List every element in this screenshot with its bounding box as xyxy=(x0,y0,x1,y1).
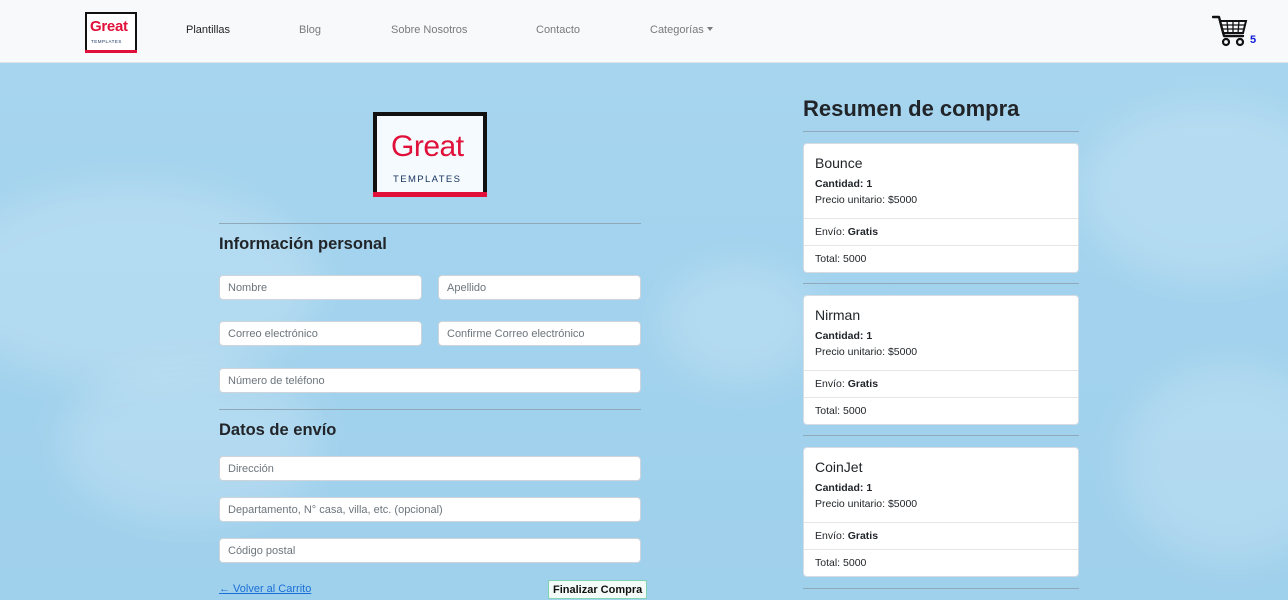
item-total: Total: 5000 xyxy=(815,405,867,417)
shopping-cart-icon[interactable] xyxy=(1212,14,1248,48)
divider xyxy=(803,588,1079,589)
form-logo-bar xyxy=(373,192,487,197)
shipping-value: Gratis xyxy=(847,530,879,542)
summary-item-card: Nirman Cantidad: 1 Precio unitario: $500… xyxy=(803,295,1079,425)
item-name: Nirman xyxy=(815,307,861,323)
nav-link-sobre-nosotros[interactable]: Sobre Nosotros xyxy=(391,24,467,36)
navbar: Great TEMPLATES Plantillas Blog Sobre No… xyxy=(0,0,1288,63)
card-divider xyxy=(804,218,1078,219)
shipping-value: Gratis xyxy=(847,378,879,390)
nav-link-plantillas[interactable]: Plantillas xyxy=(186,24,230,36)
card-divider xyxy=(804,522,1078,523)
apartment-input[interactable] xyxy=(219,497,641,522)
card-divider xyxy=(804,397,1078,398)
personal-info-title: Información personal xyxy=(219,235,387,253)
phone-input[interactable] xyxy=(219,368,641,393)
form-logo: Great TEMPLATES xyxy=(373,112,487,197)
finish-purchase-button[interactable]: Finalizar Compra xyxy=(548,580,648,599)
item-total: Total: 5000 xyxy=(815,557,867,569)
divider xyxy=(219,409,641,410)
item-shipping: Envío: Gratis xyxy=(815,226,878,238)
item-name: Bounce xyxy=(815,155,863,171)
background-sky xyxy=(0,63,1288,600)
back-to-cart-link[interactable]: ← Volver al Carrito xyxy=(219,583,311,595)
shipping-value: Gratis xyxy=(847,226,879,238)
address-input[interactable] xyxy=(219,456,641,481)
brand-logo-sub: TEMPLATES xyxy=(91,39,122,44)
nav-link-contacto[interactable]: Contacto xyxy=(536,24,580,36)
shipping-label: Envío: xyxy=(815,378,845,390)
shipping-label: Envío: xyxy=(815,226,845,238)
summary-item-card: CoinJet Cantidad: 1 Precio unitario: $50… xyxy=(803,447,1079,577)
divider xyxy=(803,131,1079,132)
item-unit-price: Precio unitario: $5000 xyxy=(815,194,918,206)
last-name-input[interactable] xyxy=(438,275,641,300)
item-shipping: Envío: Gratis xyxy=(815,378,878,390)
card-divider xyxy=(804,370,1078,371)
email-input[interactable] xyxy=(219,321,422,346)
divider xyxy=(803,283,1079,284)
brand-logo-bar xyxy=(85,50,137,53)
item-total: Total: 5000 xyxy=(815,253,867,265)
divider xyxy=(803,435,1079,436)
caret-down-icon xyxy=(706,27,713,31)
item-shipping: Envío: Gratis xyxy=(815,530,878,542)
item-unit-price: Precio unitario: $5000 xyxy=(815,498,918,510)
item-quantity: Cantidad: 1 xyxy=(815,482,873,494)
form-logo-sub: TEMPLATES xyxy=(393,174,462,185)
cart-count-badge: 5 xyxy=(1250,34,1257,46)
shipping-label: Envío: xyxy=(815,530,845,542)
nav-dropdown-categorias[interactable]: Categorías xyxy=(650,24,713,36)
nav-dropdown-label: Categorías xyxy=(650,24,704,36)
email-confirm-input[interactable] xyxy=(438,321,641,346)
first-name-input[interactable] xyxy=(219,275,422,300)
form-logo-word: Great xyxy=(391,130,464,163)
item-unit-price: Precio unitario: $5000 xyxy=(815,346,918,358)
card-divider xyxy=(804,549,1078,550)
summary-title: Resumen de compra xyxy=(803,96,1020,121)
summary-item-card: Bounce Cantidad: 1 Precio unitario: $500… xyxy=(803,143,1079,273)
divider xyxy=(219,223,641,224)
postal-code-input[interactable] xyxy=(219,538,641,563)
form-logo-frame: Great TEMPLATES xyxy=(373,112,487,192)
item-quantity: Cantidad: 1 xyxy=(815,330,873,342)
brand-logo-word: Great xyxy=(90,18,128,35)
item-name: CoinJet xyxy=(815,459,863,475)
nav-link-blog[interactable]: Blog xyxy=(299,24,321,36)
shipping-info-title: Datos de envío xyxy=(219,421,337,439)
brand-logo[interactable]: Great TEMPLATES xyxy=(85,12,137,53)
card-divider xyxy=(804,245,1078,246)
item-quantity: Cantidad: 1 xyxy=(815,178,873,190)
